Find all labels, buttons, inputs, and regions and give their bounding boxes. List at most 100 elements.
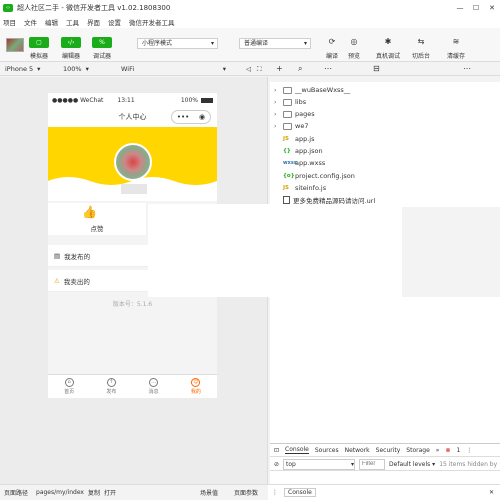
- chevron-down-icon: ▾: [210, 40, 214, 47]
- console-panel: ⊡ Console Sources Network Security Stora…: [270, 443, 500, 484]
- tree-file[interactable]: {} app.json: [283, 145, 323, 157]
- home-icon: ⌂: [64, 378, 74, 387]
- layers-icon[interactable]: ≋: [446, 37, 466, 46]
- thumbs-up-icon: 👍: [82, 205, 97, 219]
- tree-folder[interactable]: › pages: [274, 108, 315, 120]
- clear-console-icon[interactable]: ⊘: [274, 461, 279, 468]
- editor-toggle-icon[interactable]: ‹/›: [61, 37, 81, 48]
- copy-path-link[interactable]: 复制: [88, 488, 100, 497]
- folder-icon: [283, 98, 292, 106]
- mode-select[interactable]: 小程序模式 ▾: [137, 38, 218, 49]
- drawer-menu-icon[interactable]: ⋮: [272, 489, 278, 496]
- folder-icon: [283, 86, 292, 94]
- status-time: 13:11: [117, 96, 135, 104]
- folder-icon: [283, 122, 292, 130]
- more-icon[interactable]: ⋯: [463, 64, 471, 73]
- add-file-icon[interactable]: +: [276, 64, 283, 73]
- chevron-right-icon: ›: [274, 98, 277, 106]
- close-circle-button[interactable]: ◉: [199, 110, 205, 124]
- config-file-icon: {o}: [283, 173, 295, 179]
- chevron-right-icon: ›: [274, 86, 277, 94]
- menu-project[interactable]: 项目: [3, 17, 16, 27]
- tree-file[interactable]: {o} project.config.json: [283, 170, 355, 182]
- like-label: 点赞: [90, 225, 104, 233]
- user-icon: ☺: [191, 378, 201, 387]
- scene-value-button[interactable]: 场景值: [200, 488, 218, 497]
- context-select[interactable]: top ▾: [283, 458, 356, 470]
- minimize-button[interactable]: —: [452, 4, 468, 12]
- speaker-icon[interactable]: ◁: [246, 65, 251, 73]
- menu-file[interactable]: 文件: [24, 17, 37, 27]
- chevron-right-icon: ›: [274, 110, 277, 118]
- more-dots-button[interactable]: •••: [177, 110, 189, 124]
- publish-icon: ↑: [106, 378, 116, 387]
- menu-tools[interactable]: 工具: [66, 17, 79, 27]
- console-filter-bar: ⊘ top ▾ Default levels ▾ 15 items hidden…: [270, 458, 500, 471]
- publish-icon: ▤: [54, 251, 61, 260]
- error-count: 1: [456, 446, 461, 454]
- console-filter-input[interactable]: [359, 458, 386, 470]
- more-icon[interactable]: ⋮: [466, 447, 472, 454]
- tab-security[interactable]: Security: [376, 447, 401, 454]
- tree-file[interactable]: wxss app.wxss: [283, 157, 325, 169]
- page-params-button[interactable]: 页面参数: [234, 488, 258, 497]
- tab-label: 首页: [64, 389, 75, 395]
- avatar[interactable]: [114, 143, 152, 181]
- simulator-toggle-icon[interactable]: ▢: [29, 37, 49, 48]
- maximize-button[interactable]: ☐: [468, 4, 484, 12]
- tree-file[interactable]: JS app.js: [283, 133, 315, 145]
- levels-select[interactable]: Default levels ▾: [389, 461, 435, 468]
- tab-sources[interactable]: Sources: [315, 447, 339, 454]
- more-tabs-button[interactable]: »: [436, 447, 440, 454]
- tab-mine[interactable]: ☺ 我的: [175, 375, 217, 398]
- tree-folder[interactable]: › we7: [274, 120, 308, 132]
- tree-folder[interactable]: › libs: [274, 96, 306, 108]
- window-title: 超人社区二手 - 微信开发者工具 v1.02.1808300: [17, 3, 171, 12]
- tree-item-label: siteinfo.js: [295, 184, 327, 192]
- like-block[interactable]: 👍 点赞: [48, 203, 146, 235]
- network-select[interactable]: WiFi ▾: [116, 65, 226, 73]
- refresh-icon[interactable]: ⟳: [322, 37, 342, 46]
- message-icon: …: [149, 378, 159, 387]
- menu-edit[interactable]: 编辑: [45, 17, 58, 27]
- open-path-link[interactable]: 打开: [104, 488, 116, 497]
- tab-home[interactable]: ⌂ 首页: [48, 375, 90, 398]
- preview-label: 预览: [347, 53, 360, 60]
- compile-select-value: 普通编译: [244, 40, 269, 47]
- tab-publish[interactable]: ↑ 发布: [90, 375, 132, 398]
- menu-settings[interactable]: 设置: [108, 17, 121, 27]
- path-label: 页面路径: [4, 490, 29, 497]
- close-icon[interactable]: ✕: [489, 489, 494, 496]
- tree-item-label: app.wxss: [295, 159, 326, 167]
- inspect-icon[interactable]: ⊡: [274, 447, 279, 454]
- fullscreen-icon[interactable]: ⛶: [257, 65, 262, 74]
- device-select-value: iPhone 5: [5, 65, 34, 73]
- close-window-button[interactable]: ✕: [484, 4, 500, 12]
- carrier-text: ●●●●● WeChat: [52, 96, 104, 104]
- user-avatar[interactable]: [6, 38, 24, 52]
- network-select-value: WiFi: [121, 65, 135, 73]
- tab-console[interactable]: Console: [285, 446, 309, 454]
- tab-messages[interactable]: … 消息: [133, 375, 175, 398]
- device-select[interactable]: iPhone 5 ▾: [0, 65, 58, 73]
- tree-folder[interactable]: › __wuBaseWxss__: [274, 84, 350, 96]
- more-icon[interactable]: ⋯: [324, 64, 332, 73]
- tab-label: 我的: [190, 389, 201, 395]
- drawer-tab-console[interactable]: Console: [284, 488, 316, 497]
- split-icon[interactable]: ⊟: [373, 64, 380, 73]
- file-tree: › __wuBaseWxss__ › libs › pages › we7 JS…: [270, 82, 500, 207]
- tab-label: 发布: [106, 389, 117, 395]
- eye-icon[interactable]: ◎: [344, 37, 364, 46]
- tree-file[interactable]: JS siteinfo.js: [283, 182, 326, 194]
- zoom-select[interactable]: 100% ▾: [58, 65, 116, 73]
- menu-interface[interactable]: 界面: [87, 17, 100, 27]
- search-icon[interactable]: ⌕: [298, 64, 302, 74]
- compile-select[interactable]: 普通编译 ▾: [239, 38, 311, 49]
- tab-network[interactable]: Network: [345, 447, 370, 454]
- switch-backend-icon[interactable]: ⇆: [411, 37, 431, 46]
- menu-devtools[interactable]: 微信开发者工具: [129, 17, 175, 27]
- tab-storage[interactable]: Storage: [406, 447, 429, 454]
- chevron-down-icon: ▾: [85, 65, 89, 73]
- bug-icon[interactable]: ✱: [378, 37, 398, 46]
- debugger-toggle-icon[interactable]: %: [92, 37, 112, 48]
